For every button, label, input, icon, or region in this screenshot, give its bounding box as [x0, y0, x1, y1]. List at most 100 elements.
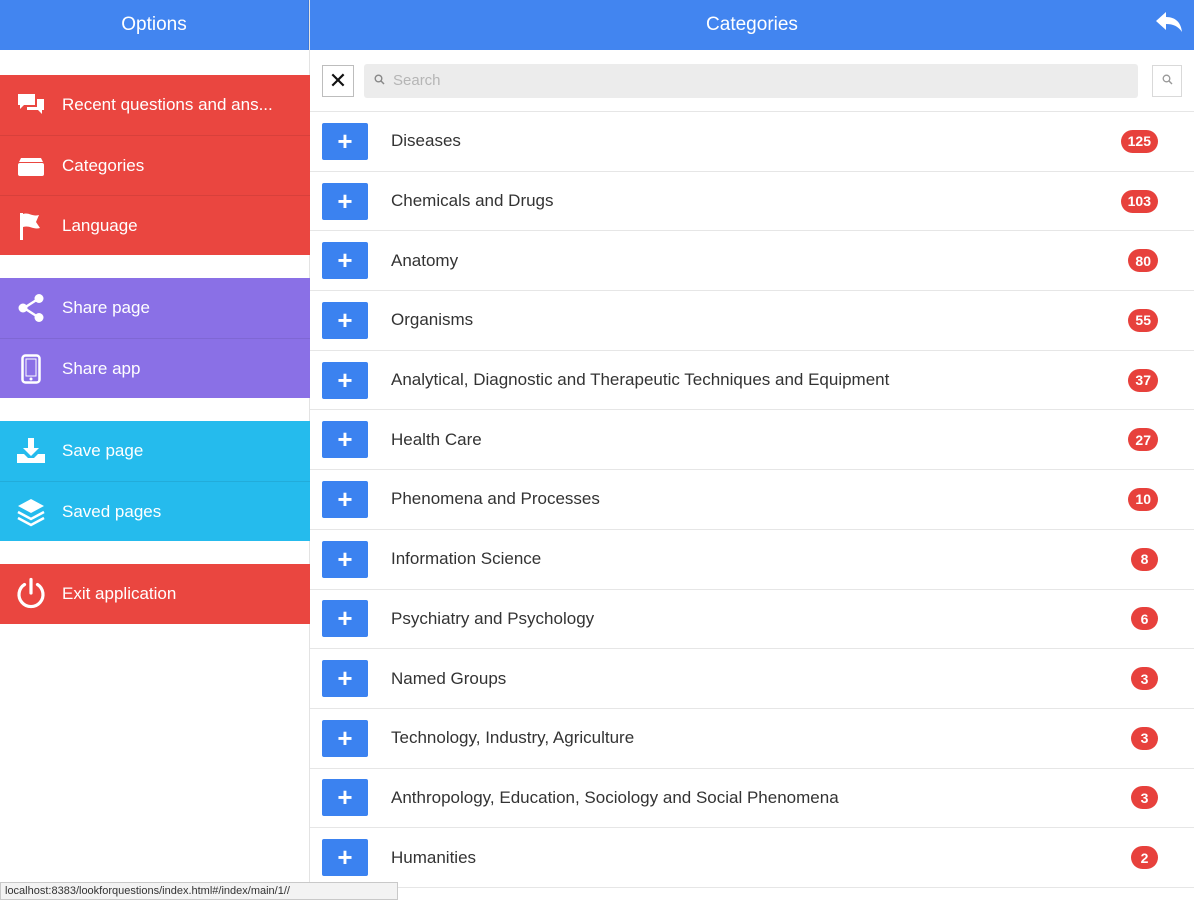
options-panel: Options Recent questions and ans... Cate… — [0, 0, 310, 900]
expand-category-button[interactable]: + — [322, 540, 368, 578]
expand-category-button[interactable]: + — [322, 182, 368, 220]
category-row[interactable]: + Humanities 2 — [310, 828, 1194, 888]
category-row[interactable]: + Anthropology, Education, Sociology and … — [310, 769, 1194, 829]
expand-category-button[interactable]: + — [322, 421, 368, 459]
expand-category-button[interactable]: + — [322, 660, 368, 698]
category-row[interactable]: + Anatomy 80 — [310, 231, 1194, 292]
category-row[interactable]: + Chemicals and Drugs 103 — [310, 172, 1194, 232]
count-badge: 3 — [1131, 726, 1158, 750]
category-name: Information Science — [391, 549, 542, 569]
close-icon: ✕ — [328, 67, 348, 93]
expand-category-button[interactable]: + — [322, 242, 368, 280]
menu-item-label: Saved pages — [62, 501, 162, 521]
back-button[interactable] — [1154, 11, 1184, 39]
category-name: Phenomena and Processes — [391, 489, 600, 509]
menu-item-label: Language — [62, 215, 138, 235]
search-button[interactable] — [1152, 64, 1182, 97]
search-input[interactable] — [393, 72, 1113, 89]
category-name: Analytical, Diagnostic and Therapeutic T… — [391, 370, 890, 390]
menu-item-label: Save page — [62, 441, 144, 460]
count-badge: 2 — [1131, 846, 1158, 870]
plus-icon: + — [337, 364, 353, 395]
layers-icon — [0, 497, 62, 527]
category-row[interactable]: + Analytical, Diagnostic and Therapeutic … — [310, 351, 1194, 411]
category-row[interactable]: + Organisms 55 — [310, 291, 1194, 351]
category-list: + Diseases 125 + Chemicals and Drugs 103 + An… — [310, 112, 1194, 888]
categories-header: Categories — [310, 0, 1194, 50]
expand-category-button[interactable]: + — [322, 361, 368, 399]
plus-icon: + — [337, 304, 353, 335]
menu-group-navigation: Recent questions and ans... Categories L… — [0, 75, 310, 255]
plus-icon: + — [337, 424, 353, 455]
search-icon — [374, 72, 385, 90]
expand-category-button[interactable]: + — [322, 480, 368, 518]
menu-item-share-app[interactable]: Share app — [0, 338, 310, 398]
tray-icon — [0, 154, 62, 178]
category-name: Diseases — [391, 131, 461, 151]
count-badge: 6 — [1131, 607, 1158, 631]
category-name: Technology, Industry, Agriculture — [391, 728, 635, 748]
count-badge: 125 — [1120, 129, 1158, 153]
category-row[interactable]: + Psychiatry and Psychology 6 — [310, 590, 1194, 650]
category-row[interactable]: + Information Science 8 — [310, 530, 1194, 590]
menu-item-recent-questions[interactable]: Recent questions and ans... — [0, 75, 310, 135]
plus-icon: + — [337, 125, 353, 156]
share-icon — [0, 293, 62, 323]
category-row[interactable]: + Named Groups 3 — [310, 649, 1194, 709]
download-icon — [0, 437, 62, 465]
count-badge: 80 — [1128, 249, 1158, 273]
clear-search-button[interactable]: ✕ — [322, 64, 354, 97]
menu-item-categories[interactable]: Categories — [0, 135, 310, 195]
expand-category-button[interactable]: + — [322, 839, 368, 877]
category-name: Chemicals and Drugs — [391, 191, 554, 211]
menu-item-saved-pages[interactable]: Saved pages — [0, 481, 310, 541]
menu-item-label: Categories — [62, 155, 145, 175]
flag-icon — [0, 211, 62, 241]
count-badge: 8 — [1131, 547, 1158, 571]
menu-item-save-page[interactable]: Save page — [0, 421, 310, 481]
plus-icon: + — [337, 603, 353, 634]
category-name: Humanities — [391, 847, 477, 867]
category-row[interactable]: + Technology, Industry, Agriculture 3 — [310, 709, 1194, 769]
expand-category-button[interactable]: + — [322, 122, 368, 160]
chat-bubbles-icon — [0, 92, 62, 118]
count-badge: 37 — [1128, 368, 1158, 392]
count-badge: 3 — [1131, 786, 1158, 810]
menu-item-label: Recent questions and ans... — [62, 95, 273, 114]
menu-item-label: Share app — [62, 358, 141, 378]
category-row[interactable]: + Health Care 27 — [310, 410, 1194, 471]
options-title: Options — [121, 14, 187, 35]
menu-item-label: Share page — [62, 298, 150, 317]
search-field[interactable] — [364, 63, 1138, 98]
menu-item-share-page[interactable]: Share page — [0, 278, 310, 338]
plus-icon: + — [337, 185, 353, 216]
plus-icon: + — [337, 483, 353, 514]
category-name: Health Care — [391, 429, 482, 449]
plus-icon: + — [337, 782, 353, 813]
phone-icon — [0, 353, 62, 384]
count-badge: 10 — [1128, 487, 1158, 511]
expand-category-button[interactable]: + — [322, 301, 368, 339]
expand-category-button[interactable]: + — [322, 600, 368, 638]
count-badge: 55 — [1128, 308, 1158, 332]
category-name: Anthropology, Education, Sociology and S… — [391, 787, 839, 807]
plus-icon: + — [337, 663, 353, 694]
category-name: Psychiatry and Psychology — [391, 608, 595, 628]
category-row[interactable]: + Diseases 125 — [310, 112, 1194, 172]
plus-icon: + — [337, 722, 353, 753]
search-bar: ✕ — [310, 50, 1194, 112]
expand-category-button[interactable]: + — [322, 779, 368, 817]
menu-item-label: Exit application — [62, 584, 177, 603]
menu-group-exit: Exit application — [0, 564, 310, 624]
category-row[interactable]: + Phenomena and Processes 10 — [310, 470, 1194, 530]
menu-group-save: Save page Saved pages — [0, 421, 310, 541]
count-badge: 103 — [1120, 189, 1158, 213]
menu-group-share: Share page Share app — [0, 278, 310, 398]
menu-item-exit-application[interactable]: Exit application — [0, 564, 310, 624]
search-icon — [1162, 72, 1173, 90]
plus-icon: + — [337, 245, 353, 276]
count-badge: 3 — [1131, 667, 1158, 691]
count-badge: 27 — [1128, 428, 1158, 452]
expand-category-button[interactable]: + — [322, 719, 368, 757]
menu-item-language[interactable]: Language — [0, 195, 310, 255]
